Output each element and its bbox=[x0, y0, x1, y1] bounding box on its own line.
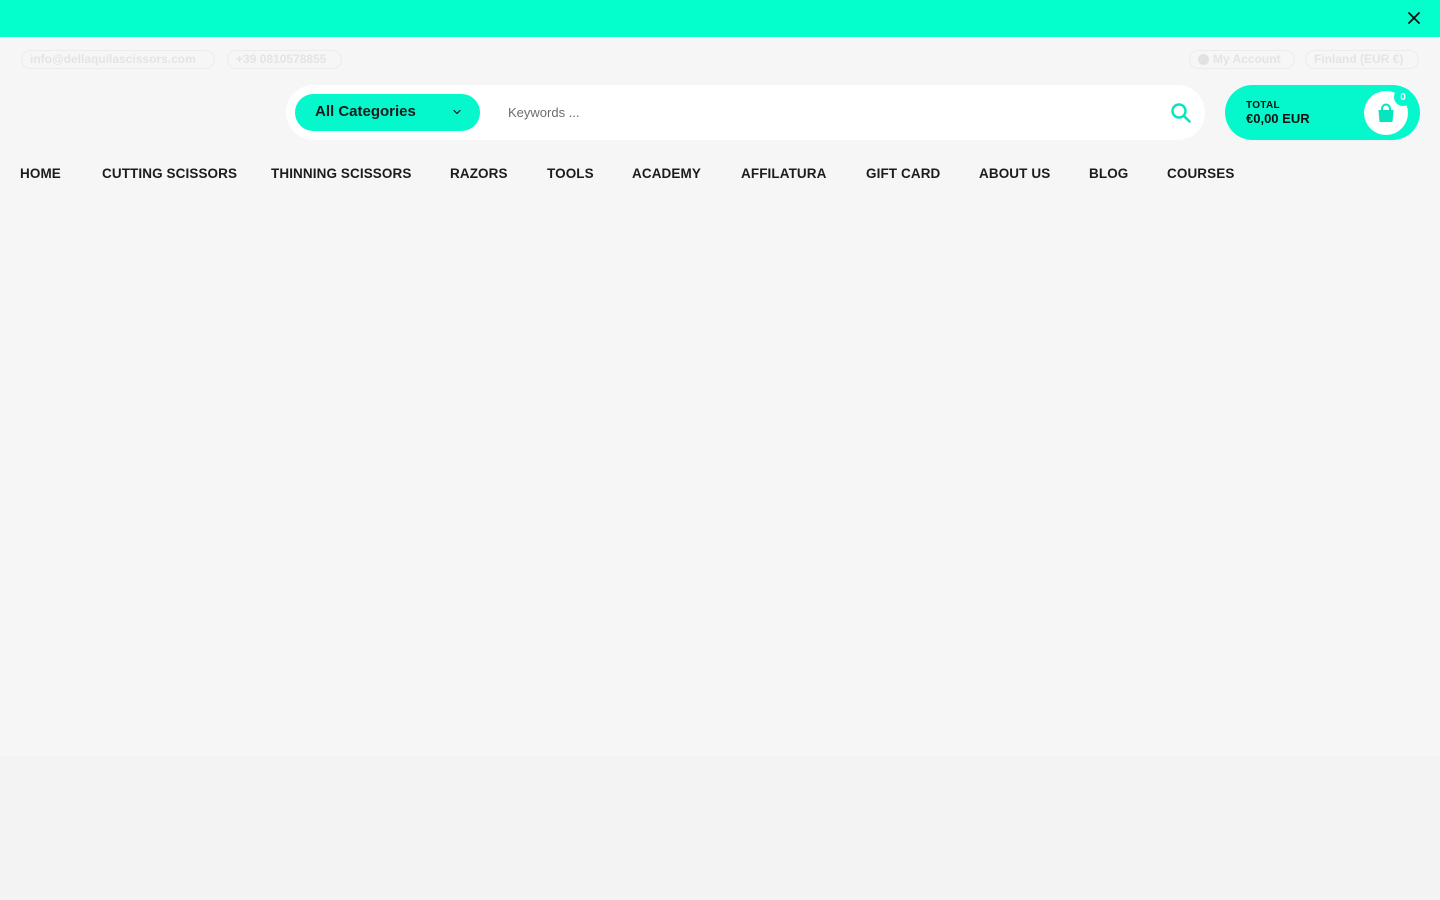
nav-item-gift-card[interactable]: GIFT CARD bbox=[866, 166, 940, 181]
close-icon[interactable] bbox=[1404, 8, 1424, 28]
nav-item-academy[interactable]: ACADEMY bbox=[632, 166, 701, 181]
email-link[interactable]: info@dellaquilascissors.com bbox=[21, 50, 215, 69]
my-account-link[interactable]: My Account bbox=[1189, 50, 1295, 69]
category-dropdown-label: All Categories bbox=[315, 103, 416, 120]
nav-item-blog[interactable]: BLOG bbox=[1089, 166, 1128, 181]
phone-link[interactable]: +39 0810578855 bbox=[227, 50, 342, 69]
nav-item-affilatura[interactable]: AFFILATURA bbox=[741, 166, 826, 181]
nav-item-thinning-scissors[interactable]: THINNING SCISSORS bbox=[271, 166, 411, 181]
my-account-text: My Account bbox=[1213, 52, 1281, 66]
nav-item-cutting-scissors[interactable]: CUTTING SCISSORS bbox=[102, 166, 237, 181]
page-footer-band bbox=[0, 756, 1440, 900]
email-text: info@dellaquilascissors.com bbox=[30, 52, 196, 66]
main-navigation: HOME CUTTING SCISSORS THINNING SCISSORS … bbox=[0, 162, 1440, 186]
search-button[interactable] bbox=[1170, 102, 1192, 124]
cart-button[interactable]: TOTAL €0,00 EUR 0 bbox=[1225, 85, 1420, 140]
search-input[interactable] bbox=[508, 99, 1148, 125]
cart-total-label: TOTAL bbox=[1246, 100, 1280, 111]
chevron-down-icon bbox=[453, 109, 461, 115]
cart-total-value: €0,00 EUR bbox=[1246, 111, 1310, 126]
nav-item-courses[interactable]: COURSES bbox=[1167, 166, 1234, 181]
announcement-bar bbox=[0, 0, 1440, 37]
region-selector[interactable]: Finland (EUR €) bbox=[1305, 50, 1419, 69]
nav-item-about-us[interactable]: ABOUT US bbox=[979, 166, 1050, 181]
search-bar: All Categories bbox=[286, 85, 1205, 140]
user-icon bbox=[1198, 54, 1209, 65]
shopping-bag-icon bbox=[1378, 103, 1394, 122]
top-bar: info@dellaquilascissors.com +39 08105788… bbox=[0, 50, 1440, 70]
region-text: Finland (EUR €) bbox=[1314, 52, 1404, 66]
search-icon bbox=[1171, 103, 1191, 123]
nav-item-tools[interactable]: TOOLS bbox=[547, 166, 594, 181]
category-dropdown[interactable]: All Categories bbox=[295, 94, 480, 131]
cart-count-badge: 0 bbox=[1394, 88, 1412, 106]
phone-text: +39 0810578855 bbox=[236, 52, 327, 66]
nav-item-razors[interactable]: RAZORS bbox=[450, 166, 508, 181]
nav-item-home[interactable]: HOME bbox=[20, 166, 61, 181]
